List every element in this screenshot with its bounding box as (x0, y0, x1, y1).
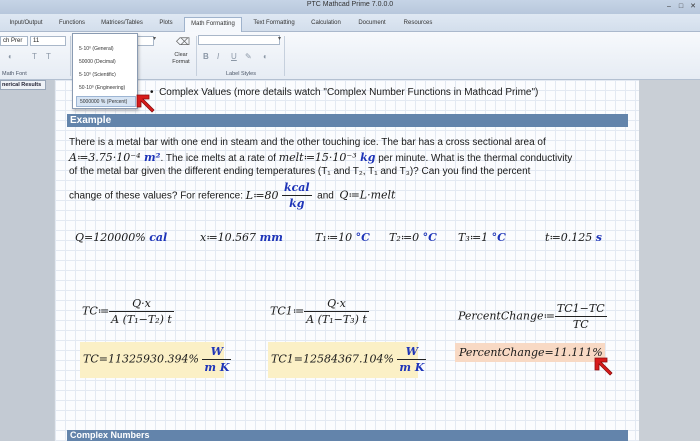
label-styles-group-label: Label Styles (226, 71, 256, 77)
tab-math-formatting[interactable]: Math Formatting (184, 17, 242, 32)
font-name-select[interactable]: ch Prer (0, 36, 28, 46)
maximize-icon[interactable]: □ (676, 2, 686, 11)
left-pane: nerical Results (0, 80, 54, 441)
tab-text-formatting[interactable]: Text Formatting (248, 17, 300, 32)
q-definition[interactable]: Q≔L·melt (339, 189, 395, 202)
eraser-icon[interactable]: ⌫ (176, 37, 190, 48)
title-bar: PTC Mathcad Prime 7.0.0.0 – □ ✕ (0, 0, 700, 14)
tab-functions[interactable]: Functions (54, 17, 90, 32)
t-definition[interactable]: t≔0.125 s (545, 231, 602, 244)
bullet-complex-values: • Complex Values (more details watch "Co… (150, 87, 539, 98)
math-font-group-label: Math Font (2, 71, 27, 77)
subscript-icon[interactable]: T (32, 52, 37, 61)
section-header-example: Example (67, 114, 628, 127)
format-general-option[interactable]: 5·10⁰ (General) (76, 44, 136, 55)
tc1-definition[interactable]: TC1≔ Q·x A (T₁−T₃) t (270, 297, 369, 326)
melt-expression[interactable]: melt≔15·10⁻³ kg (279, 151, 376, 164)
ribbon-separator (284, 36, 285, 76)
format-engineering-option[interactable]: 50·10⁰ (Engineering) (76, 83, 136, 94)
tc1-result[interactable]: TC1=12584367.104% Wm K (271, 345, 427, 374)
percent-change-result[interactable]: PercentChange=11.111% (459, 346, 603, 359)
ribbon-separator (196, 36, 197, 76)
ribbon-separator (70, 36, 71, 76)
tab-matrices-tables[interactable]: Matrices/Tables (96, 17, 148, 32)
problem-line-3: of the metal bar given the different end… (69, 166, 531, 177)
problem-line-4: change of these values? For reference: L… (69, 181, 396, 210)
tab-input-output[interactable]: Input/Output (4, 17, 48, 32)
tab-calculation[interactable]: Calculation (306, 17, 346, 32)
tc-result[interactable]: TC=11325930.394% Wm K (83, 345, 232, 374)
right-margin (639, 80, 700, 441)
superscript-icon[interactable]: T (46, 52, 51, 61)
complex-values-text: Complex Values (more details watch "Comp… (159, 87, 539, 98)
format-scientific-option[interactable]: 5·10⁰ (Scientific) (76, 70, 136, 81)
tc-definition[interactable]: TC≔ Q·x A (T₁−T₂) t (82, 297, 174, 326)
chevron-down-icon[interactable]: ▾ (278, 35, 281, 42)
worksheet[interactable] (55, 80, 639, 441)
annotation-arrow-icon (594, 357, 613, 376)
problem-line-2: A≔3.75·10⁻⁴ m². The ice melts at a rate … (69, 151, 573, 164)
percent-change-definition[interactable]: PercentChange≔ TC1−TC TC (458, 302, 607, 331)
q-result[interactable]: Q=120000% cal (75, 231, 167, 244)
section-header-complex-numbers: Complex Numbers (67, 430, 628, 441)
format-percent-option[interactable]: 5000000 % (Percent) (76, 96, 136, 107)
clear-format-button[interactable]: Clear Format (168, 52, 194, 66)
number-format-dropdown: 5·10⁰ (General) 50000 (Decimal) 5·10⁰ (S… (72, 33, 138, 109)
t2-definition[interactable]: T₂≔0 °C (389, 231, 437, 244)
x-definition[interactable]: x≔10.567 mm (200, 231, 283, 244)
tab-resources[interactable]: Resources (398, 17, 438, 32)
ribbon-tabs: Input/Output Functions Matrices/Tables P… (0, 14, 700, 32)
tab-document[interactable]: Document (352, 17, 392, 32)
close-icon[interactable]: ✕ (688, 2, 698, 11)
chevron-down-icon[interactable]: ▾ (153, 35, 156, 42)
format-decimal-option[interactable]: 50000 (Decimal) (76, 57, 136, 68)
numerical-results-tab[interactable]: nerical Results (0, 80, 46, 90)
bold-button[interactable]: B (203, 52, 209, 61)
t3-definition[interactable]: T₃≔1 °C (458, 231, 506, 244)
area-expression[interactable]: A≔3.75·10⁻⁴ m² (69, 151, 160, 164)
label-style-select[interactable] (198, 35, 280, 45)
label-color-icon[interactable]: ◐ (263, 52, 268, 61)
italic-button[interactable]: I (217, 52, 219, 61)
font-size-select[interactable]: 11 (30, 36, 66, 46)
l-definition[interactable]: L≔80 kcal kg (246, 181, 312, 210)
tab-plots[interactable]: Plots (154, 17, 178, 32)
underline-button[interactable]: U (231, 52, 237, 61)
t1-definition[interactable]: T₁≔10 °C (315, 231, 370, 244)
problem-line-1: There is a metal bar with one end in ste… (69, 137, 546, 148)
window-title: PTC Mathcad Prime 7.0.0.0 (306, 1, 394, 8)
font-color-icon[interactable]: ◐ (8, 52, 13, 61)
highlight-icon[interactable]: ✎ (245, 52, 252, 61)
minimize-icon[interactable]: – (664, 2, 674, 11)
annotation-arrow-icon (136, 94, 155, 113)
